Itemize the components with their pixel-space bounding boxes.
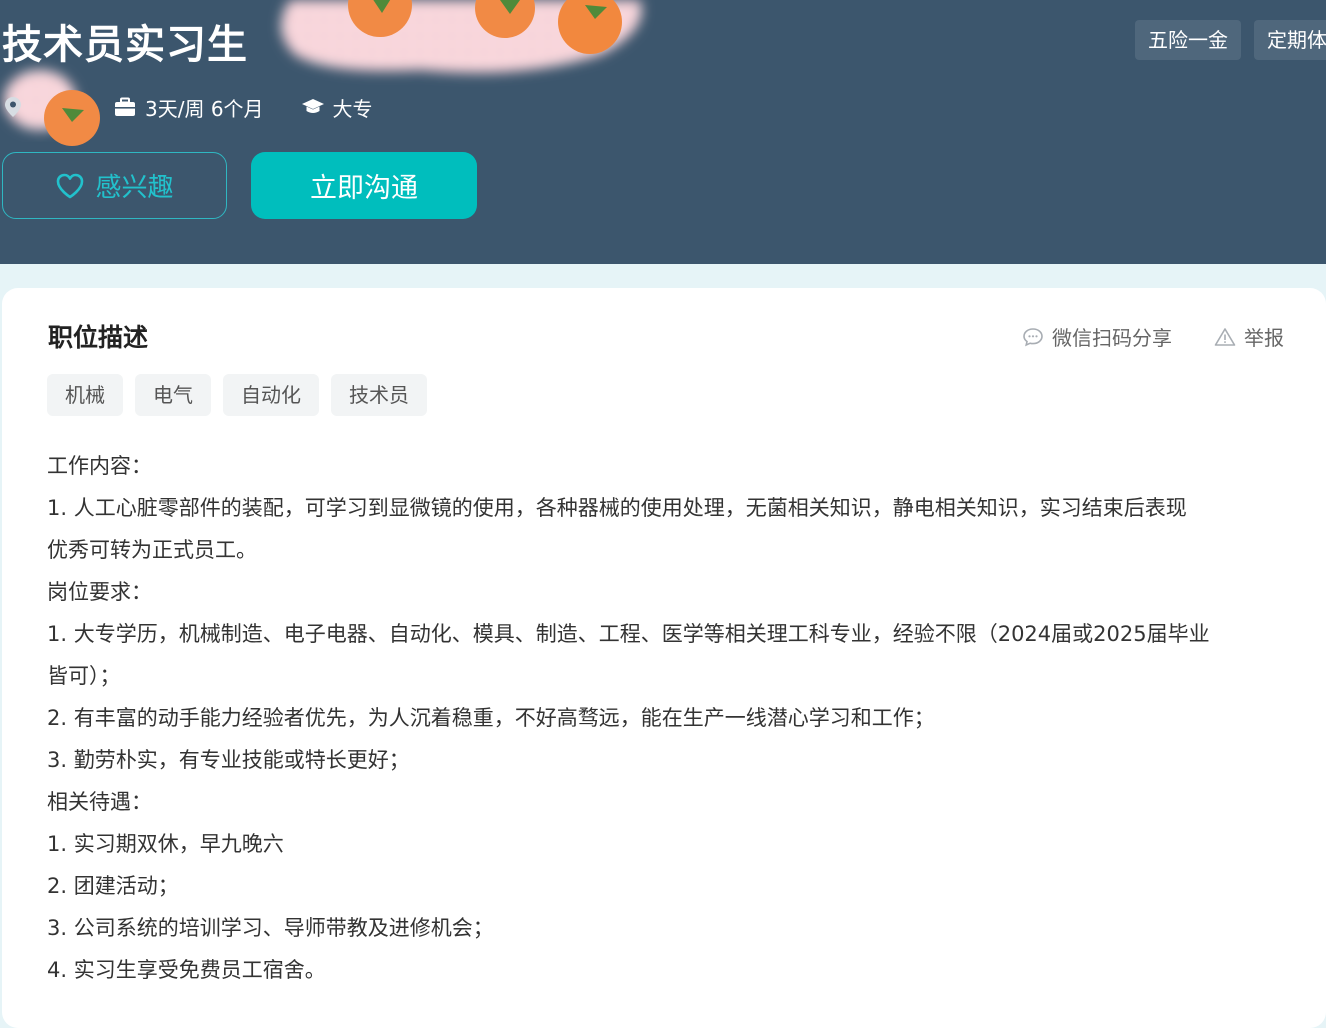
skill-tags: 机械 电气 自动化 技术员 [47,374,427,416]
report-label: 举报 [1244,322,1284,351]
description-line: 4. 实习生享受免费员工宿舍。 [47,949,1287,991]
skill-tag: 机械 [47,374,123,416]
benefit-tag: 五险一金 [1135,20,1241,60]
briefcase-icon [114,97,136,117]
interest-label: 感兴趣 [95,167,173,204]
skill-tag: 电气 [135,374,211,416]
card-tools: 微信扫码分享 举报 [1022,322,1284,351]
chat-bubble-icon [1022,327,1044,347]
chat-now-button[interactable]: 立即沟通 [251,152,477,219]
location-item [4,96,22,118]
description-line: 皆可）； [47,655,1287,697]
skill-tag: 技术员 [331,374,427,416]
description-line: 工作内容： [47,445,1287,487]
description-line: 1. 实习期双休，早九晚六 [47,823,1287,865]
job-meta: 3天/周 6个月 大专 [4,92,373,122]
education-text: 大专 [333,93,373,122]
job-title: 技术员实习生 [2,12,248,70]
description-line: 相关待遇： [47,781,1287,823]
heart-icon [55,172,85,200]
report-link[interactable]: 举报 [1214,322,1284,351]
benefit-tag: 定期体 [1254,20,1326,60]
warning-icon [1214,327,1236,347]
description-line: 3. 公司系统的培训学习、导师带教及进修机会； [47,907,1287,949]
section-title: 职位描述 [48,318,148,354]
graduation-cap-icon [301,97,325,117]
job-description-card: 职位描述 微信扫码分享 举报 机械 电气 自动化 技术员 工作内容： [2,288,1326,1028]
description-line: 岗位要求： [47,571,1287,613]
description-line: 2. 有丰富的动手能力经验者优先，为人沉着稳重，不好高骛远，能在生产一线潜心学习… [47,697,1287,739]
description-line: 3. 勤劳朴实，有专业技能或特长更好； [47,739,1287,781]
description-line: 优秀可转为正式员工。 [47,529,1287,571]
share-label: 微信扫码分享 [1052,322,1172,351]
location-icon [4,96,22,118]
wechat-share-link[interactable]: 微信扫码分享 [1022,322,1172,351]
schedule-item: 3天/周 6个月 [114,93,264,122]
job-description-text: 工作内容： 1. 人工心脏零部件的装配，可学习到显微镜的使用，各种器械的使用处理… [47,445,1287,991]
description-line: 2. 团建活动； [47,865,1287,907]
interest-button[interactable]: 感兴趣 [2,152,227,219]
schedule-text: 3天/周 6个月 [145,93,264,122]
skill-tag: 自动化 [223,374,319,416]
description-line: 1. 人工心脏零部件的装配，可学习到显微镜的使用，各种器械的使用处理，无菌相关知… [47,487,1287,529]
education-item: 大专 [301,93,373,122]
job-header: 技术员实习生 3天/周 6个月 大专 感兴 [0,0,1326,264]
description-line: 1. 大专学历，机械制造、电子电器、自动化、模具、制造、工程、医学等相关理工科专… [47,613,1287,655]
